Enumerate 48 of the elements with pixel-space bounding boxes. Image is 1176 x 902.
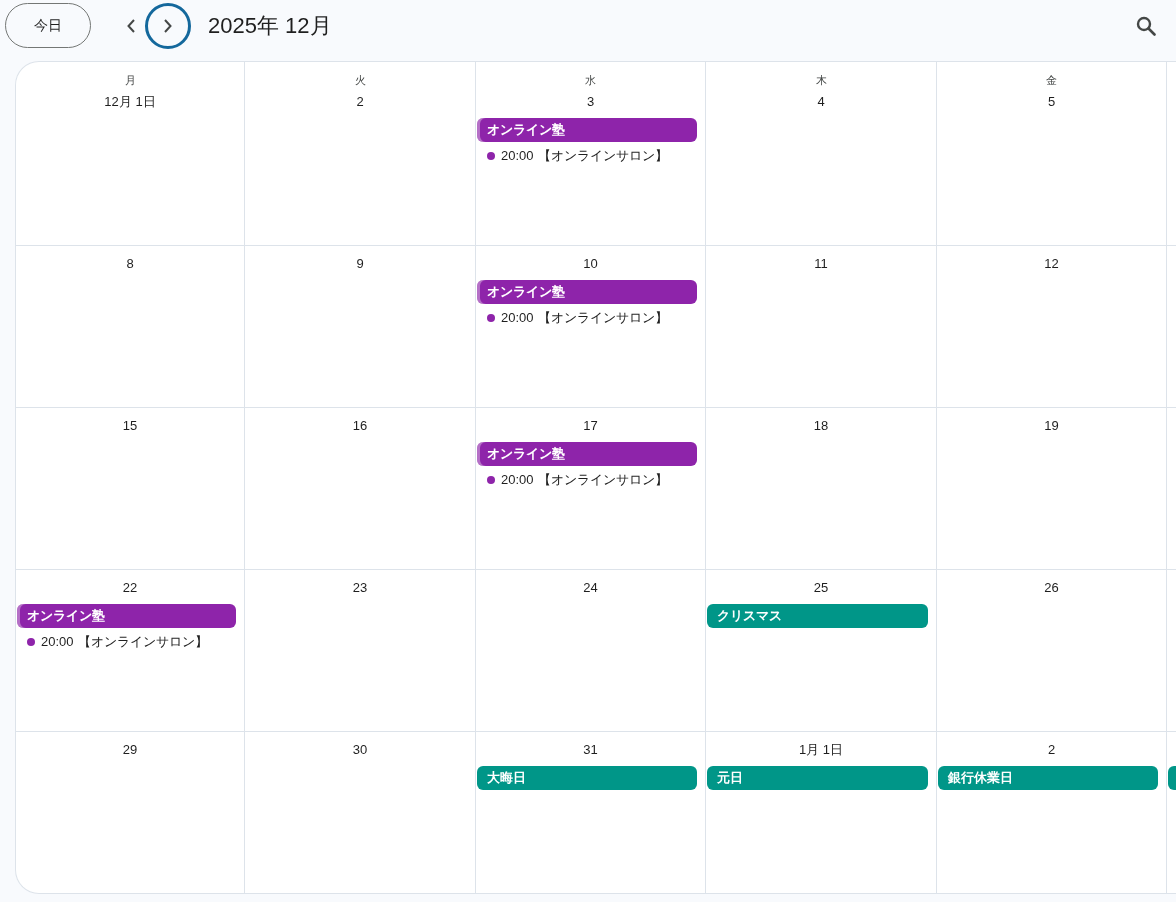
weekday-label: 月 [124, 73, 136, 88]
date-label[interactable]: 11 [814, 254, 828, 274]
month-title: 2025年 12月 [208, 12, 332, 40]
next-button[interactable] [145, 2, 191, 49]
date-label[interactable]: 23 [352, 578, 368, 598]
date-label[interactable]: 9 [356, 254, 364, 274]
weekday-label: 木 [815, 73, 827, 88]
event-item[interactable]: 20:00 【オンラインサロン】 [477, 144, 697, 168]
event-item[interactable]: 20:00 【オンラインサロン】 [17, 630, 236, 654]
event-chip[interactable]: オンライン塾 [477, 442, 697, 466]
chevron-left-icon [127, 18, 135, 33]
event-item[interactable]: 20:00 【オンラインサロン】 [477, 306, 697, 330]
event-item[interactable]: 20:00 【オンラインサロン】 [477, 468, 697, 492]
date-label[interactable]: 10 [583, 254, 598, 274]
event-chip[interactable] [1168, 766, 1176, 790]
weekday-label: 水 [585, 73, 596, 88]
date-label[interactable]: 29 [122, 740, 138, 760]
date-label[interactable]: 5 [1047, 92, 1056, 112]
event-chip[interactable]: 大晦日 [477, 766, 697, 790]
date-label[interactable]: 2 [356, 92, 364, 112]
date-label[interactable]: 26 [1044, 578, 1059, 598]
date-label[interactable]: 8 [126, 254, 134, 274]
date-label[interactable]: 12月 1日 [104, 92, 156, 112]
search-icon [1136, 15, 1156, 36]
date-label[interactable]: 18 [813, 416, 829, 436]
date-label[interactable]: 15 [122, 416, 138, 436]
chevron-right-icon [164, 18, 172, 33]
weekday-label: 火 [354, 73, 366, 88]
date-label[interactable]: 22 [122, 578, 138, 598]
event-chip[interactable]: オンライン塾 [477, 280, 697, 304]
event-chip[interactable]: オンライン塾 [477, 118, 697, 142]
date-label[interactable]: 16 [352, 416, 368, 436]
date-label[interactable]: 17 [583, 416, 598, 436]
event-chip[interactable]: 元日 [707, 766, 928, 790]
date-label[interactable]: 25 [813, 578, 829, 598]
date-label[interactable]: 1月 1日 [798, 740, 844, 760]
weekday-label: 金 [1046, 73, 1057, 88]
date-label[interactable]: 3 [586, 92, 595, 112]
date-label[interactable]: 30 [352, 740, 368, 760]
event-chip[interactable]: 銀行休業日 [938, 766, 1158, 790]
event-chip[interactable]: クリスマス [707, 604, 928, 628]
date-label[interactable]: 19 [1044, 416, 1059, 436]
event-chip[interactable]: オンライン塾 [17, 604, 236, 628]
date-label[interactable]: 12 [1044, 254, 1059, 274]
date-label[interactable]: 2 [1047, 740, 1056, 760]
date-label[interactable]: 24 [583, 578, 598, 598]
date-label[interactable]: 31 [583, 740, 598, 760]
date-label[interactable]: 4 [817, 92, 825, 112]
